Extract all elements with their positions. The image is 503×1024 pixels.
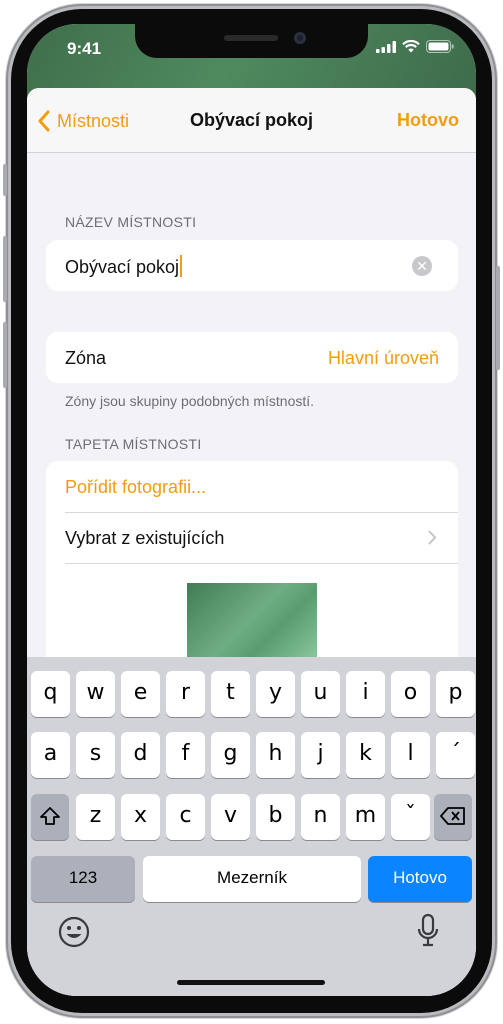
key-3[interactable]: e — [121, 671, 160, 717]
status-time: 9:41 — [67, 39, 102, 58]
text-cursor — [180, 255, 183, 277]
signal-icon — [376, 40, 396, 53]
key-6[interactable]: y — [256, 671, 295, 717]
zone-footnote: Zóny jsou skupiny podobných místností. — [65, 393, 315, 409]
key-10[interactable]: ´ — [436, 732, 475, 778]
room-name-input[interactable]: Obývací pokoj — [65, 255, 183, 278]
key-3[interactable]: d — [121, 732, 160, 778]
key-1[interactable]: q — [31, 671, 70, 717]
volume-down-button — [3, 322, 7, 388]
front-camera — [294, 32, 306, 44]
back-button-label: Místnosti — [57, 110, 130, 131]
take-photo-button[interactable]: Pořídit fotografii... — [65, 477, 206, 498]
key-1[interactable]: a — [31, 732, 70, 778]
key-2[interactable]: s — [76, 732, 115, 778]
backspace-icon — [440, 807, 465, 825]
key-4[interactable]: f — [166, 732, 205, 778]
shift-icon — [40, 807, 60, 825]
keyboard: qwertyuiop a s d f g h j k l ´ zxcvbnmˇ 123 Mezer… — [27, 657, 476, 996]
volume-up-button — [3, 236, 7, 302]
side-button — [496, 266, 500, 370]
return-key[interactable]: Hotovo — [368, 856, 472, 902]
key-4[interactable]: r — [166, 671, 205, 717]
zone-row[interactable]: Zóna Hlavní úroveň — [46, 332, 458, 383]
key-2[interactable]: w — [76, 671, 115, 717]
mute-switch — [3, 164, 7, 196]
microphone-icon — [417, 913, 439, 947]
notch — [135, 24, 368, 58]
key-9[interactable]: o — [391, 671, 430, 717]
backspace-key[interactable] — [434, 794, 472, 840]
key-5[interactable]: b — [256, 794, 295, 840]
back-button[interactable]: Místnosti — [37, 110, 129, 132]
battery-icon — [426, 40, 454, 53]
speaker — [224, 35, 278, 41]
key-8[interactable]: i — [346, 671, 385, 717]
done-button[interactable]: Hotovo — [397, 110, 459, 131]
key-6[interactable]: h — [256, 732, 295, 778]
clear-icon[interactable]: ✕ — [412, 256, 432, 276]
wallpaper-section-label: TAPETA MÍSTNOSTI — [65, 436, 202, 452]
zone-label: Zóna — [65, 348, 107, 368]
chevron-right-icon — [428, 530, 437, 545]
divider — [65, 563, 458, 564]
shift-key[interactable] — [31, 794, 69, 840]
room-name-section-label: NÁZEV MÍSTNOSTI — [65, 214, 197, 230]
key-4[interactable]: v — [211, 794, 250, 840]
room-name-field[interactable]: Obývací pokoj ✕ — [46, 240, 458, 291]
key-3[interactable]: c — [166, 794, 205, 840]
wifi-icon — [402, 40, 420, 53]
key-5[interactable]: t — [211, 671, 250, 717]
choose-existing-label: Vybrat z existujících — [65, 528, 225, 548]
emoji-button[interactable] — [57, 915, 91, 954]
navigation-bar: Místnosti Obývací pokoj Hotovo — [27, 88, 476, 153]
key-8[interactable]: ˇ — [391, 794, 430, 840]
home-indicator — [177, 980, 325, 985]
key-1[interactable]: z — [76, 794, 115, 840]
zone-value: Hlavní úroveň — [327, 348, 439, 368]
key-9[interactable]: l — [391, 732, 430, 778]
space-key[interactable]: Mezerník — [143, 856, 361, 902]
key-6[interactable]: n — [301, 794, 340, 840]
key-10[interactable]: p — [436, 671, 475, 717]
key-7[interactable]: j — [301, 732, 340, 778]
key-2[interactable]: x — [121, 794, 160, 840]
key-5[interactable]: g — [211, 732, 250, 778]
emoji-icon — [58, 916, 90, 948]
dictation-button[interactable] — [416, 913, 440, 954]
key-8[interactable]: k — [346, 732, 385, 778]
key-7[interactable]: u — [301, 671, 340, 717]
chevron-left-icon — [38, 110, 50, 132]
numbers-key[interactable]: 123 — [31, 856, 135, 902]
screen: 9:41 Místnosti Obývací pokoj Hotovo NÁZE… — [27, 24, 476, 996]
key-7[interactable]: m — [346, 794, 385, 840]
status-icons — [376, 40, 454, 53]
choose-existing-row[interactable]: Vybrat z existujících — [46, 513, 458, 563]
room-name-value: Obývací pokoj — [65, 257, 180, 277]
